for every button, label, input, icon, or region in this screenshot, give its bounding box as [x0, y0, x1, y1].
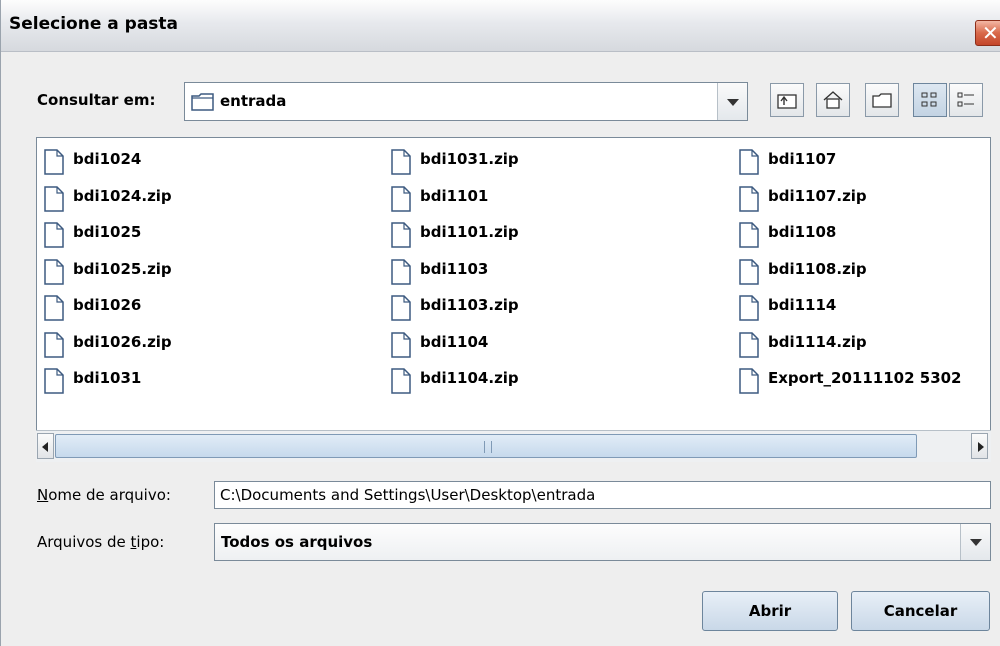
file-name: bdi1026.zip — [73, 332, 172, 351]
scroll-left-arrow-icon[interactable] — [37, 433, 54, 459]
file-name: bdi1103.zip — [420, 296, 519, 314]
filetype-combo[interactable]: Todos os arquivos — [214, 523, 991, 561]
file-name: bdi1024 — [73, 150, 142, 168]
file-name: bdi1114 — [768, 296, 837, 314]
file-name: bdi1025.zip — [73, 259, 172, 278]
open-button[interactable]: Abrir — [702, 591, 838, 631]
grip-icon — [484, 441, 492, 453]
file-icon — [391, 331, 411, 358]
file-name: bdi1114.zip — [768, 332, 867, 351]
file-icon — [44, 295, 64, 321]
file-name: bdi1107.zip — [768, 186, 867, 205]
file-name: bdi1025 — [73, 223, 142, 241]
file-icon — [44, 258, 64, 285]
file-icon — [44, 149, 64, 175]
file-icon — [44, 222, 64, 248]
file-icon — [739, 331, 759, 358]
file-icon — [739, 295, 759, 321]
file-icon — [391, 368, 411, 394]
file-list[interactable]: bdi1024 bdi1024.zip bdi1025 bdi1025.zip … — [36, 137, 991, 462]
file-name: bdi1108.zip — [768, 259, 867, 278]
filename-field[interactable]: C:\Documents and Settings\User\Desktop\e… — [214, 481, 991, 509]
file-name: bdi1024.zip — [73, 186, 172, 205]
title-bar: Selecione a pasta ✕ — [1, 0, 1000, 52]
file-name: bdi1107 — [768, 150, 837, 168]
up-one-level-button[interactable] — [770, 83, 804, 117]
home-icon — [823, 91, 843, 109]
close-button[interactable]: ✕ — [975, 20, 1000, 46]
file-name: bdi1031 — [73, 369, 142, 387]
cancel-button[interactable]: Cancelar — [851, 591, 990, 631]
file-icon — [391, 149, 411, 175]
file-chooser-dialog: Selecione a pasta ✕ Consultar em: entrad… — [0, 0, 1000, 646]
list-view-icon — [921, 92, 937, 107]
file-icon — [44, 331, 64, 358]
file-icon — [739, 222, 759, 248]
home-button[interactable] — [816, 83, 850, 117]
file-icon — [391, 222, 411, 248]
file-icon — [44, 368, 64, 394]
details-view-icon — [957, 92, 974, 107]
file-icon — [44, 185, 64, 212]
file-name: bdi1108 — [768, 223, 837, 241]
file-name: bdi1101.zip — [420, 223, 519, 241]
look-in-dropdown-arrow[interactable] — [717, 83, 747, 120]
file-name: Export_20111102 5302 — [768, 369, 962, 387]
file-name: bdi1031.zip — [420, 150, 519, 168]
scrollbar-thumb[interactable] — [55, 434, 917, 458]
up-folder-icon — [777, 94, 797, 109]
details-view-button[interactable] — [949, 83, 983, 117]
file-name: bdi1104 — [420, 332, 489, 351]
filetype-dropdown-arrow[interactable] — [960, 524, 990, 560]
new-folder-button[interactable] — [865, 83, 899, 117]
file-icon — [391, 185, 411, 212]
folder-icon — [191, 93, 214, 111]
list-view-button[interactable] — [913, 83, 947, 117]
file-icon — [739, 258, 759, 285]
close-icon: ✕ — [982, 21, 999, 45]
file-icon — [391, 295, 411, 321]
filetype-label: Arquivos de tipo: — [37, 533, 165, 551]
file-name: bdi1104.zip — [420, 369, 519, 387]
filename-label: Nome de arquivo: — [37, 486, 171, 504]
filetype-value: Todos os arquivos — [221, 533, 373, 551]
file-name: bdi1103 — [420, 259, 489, 278]
file-icon — [739, 368, 759, 394]
look-in-value: entrada — [220, 92, 287, 110]
horizontal-scrollbar[interactable] — [36, 430, 991, 462]
look-in-label: Consultar em: — [37, 91, 156, 109]
file-icon — [739, 149, 759, 175]
scroll-right-arrow-icon[interactable] — [971, 433, 988, 459]
dialog-title: Selecione a pasta — [9, 14, 179, 34]
file-icon — [739, 185, 759, 212]
file-name: bdi1101 — [420, 186, 489, 205]
file-icon — [391, 258, 411, 285]
new-folder-icon — [872, 93, 892, 108]
file-name: bdi1026 — [73, 296, 142, 314]
look-in-combo[interactable]: entrada — [184, 82, 748, 121]
filename-value: C:\Documents and Settings\User\Desktop\e… — [220, 486, 596, 504]
